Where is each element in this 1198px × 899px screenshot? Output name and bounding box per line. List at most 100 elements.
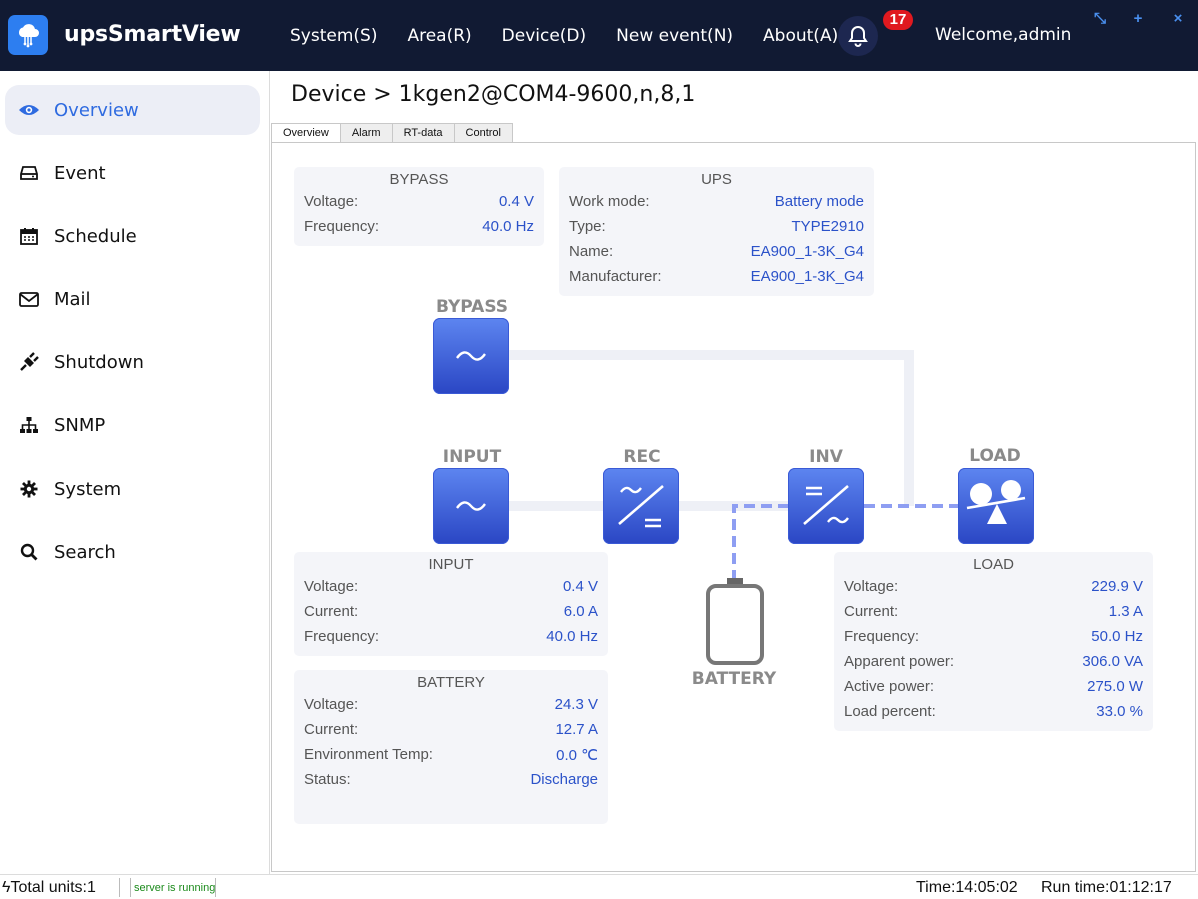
row-label: Voltage:: [304, 578, 359, 595]
sidebar-item-search[interactable]: Search: [5, 527, 260, 577]
ups-manufacturer-row: Manufacturer: EA900_1-3K_G4: [569, 268, 864, 288]
menu-area[interactable]: Area(R): [407, 24, 471, 48]
maximize-icon[interactable]: +: [1129, 10, 1147, 28]
row-value: 40.0 Hz: [482, 218, 534, 235]
load-node-label: LOAD: [969, 446, 1021, 466]
rec-node[interactable]: [603, 468, 679, 544]
load-voltage-row: Voltage: 229.9 V: [844, 578, 1143, 598]
sidebar-item-label: Search: [54, 541, 116, 563]
load-frequency-row: Frequency: 50.0 Hz: [844, 628, 1143, 648]
bypass-voltage-row: Voltage: 0.4 V: [304, 193, 534, 213]
row-label: Voltage:: [844, 578, 899, 595]
row-label: Current:: [304, 603, 359, 620]
rec-node-label: REC: [623, 447, 661, 467]
panel-title: LOAD: [973, 556, 1014, 573]
gear-icon: [18, 478, 40, 500]
row-value: 275.0 W: [1087, 678, 1143, 695]
current-time: Time:14:05:02: [916, 879, 1018, 896]
battery-panel: BATTERY Voltage: 24.3 V Current: 12.7 A En…: [294, 670, 608, 824]
panel-title: INPUT: [428, 556, 474, 573]
ups-name-row: Name: EA900_1-3K_G4: [569, 243, 864, 263]
row-label: Work mode:: [569, 193, 650, 210]
close-icon[interactable]: ×: [1169, 10, 1187, 28]
total-units: ϟTotal units:1: [2, 879, 96, 897]
bypass-frequency-row: Frequency: 40.0 Hz: [304, 218, 534, 238]
row-value: 0.4 V: [562, 578, 598, 595]
panel-title: UPS: [701, 171, 732, 188]
row-value: 6.0 A: [563, 603, 598, 620]
ups-type-row: Type: TYPE2910: [569, 218, 864, 238]
main-menu: System(S) Area(R) Device(D) New event(N)…: [275, 24, 853, 48]
search-icon: [18, 541, 40, 563]
menu-about[interactable]: About(A): [763, 24, 838, 48]
row-value: 229.9 V: [1091, 578, 1143, 595]
cloud-logo-icon: [8, 15, 48, 55]
inv-node[interactable]: [788, 468, 864, 544]
sidebar-item-label: Event: [54, 162, 106, 184]
input-node-label: INPUT: [442, 447, 502, 467]
minimize-icon[interactable]: ⤡: [1091, 10, 1109, 28]
bell-icon: [848, 25, 868, 47]
row-label: Status:: [304, 771, 351, 788]
sidebar-item-overview[interactable]: Overview: [5, 85, 260, 135]
network-icon: [18, 414, 40, 436]
row-value: 0.0 ℃: [556, 747, 598, 764]
welcome-text: Welcome,admin: [935, 25, 1072, 45]
notification-bell-button[interactable]: [838, 16, 878, 56]
battery-temp-row: Environment Temp: 0.0 ℃: [304, 746, 598, 766]
breadcrumb: Device > 1kgen2@COM4-9600,n,8,1: [291, 82, 696, 107]
row-value: 40.0 Hz: [546, 628, 598, 645]
battery-voltage-row: Voltage: 24.3 V: [304, 696, 598, 716]
row-label: Manufacturer:: [569, 268, 662, 285]
row-value: EA900_1-3K_G4: [750, 243, 864, 260]
tab-alarm[interactable]: Alarm: [339, 123, 393, 143]
separator: [119, 878, 120, 897]
inv-node-label: INV: [809, 447, 843, 467]
sidebar-item-system[interactable]: System: [5, 464, 260, 514]
ac-wave-icon: [456, 351, 486, 361]
battery-node[interactable]: [705, 576, 765, 666]
row-value: TYPE2910: [791, 218, 864, 235]
mail-icon: [18, 288, 40, 310]
ac-wave-icon: [456, 501, 486, 511]
row-value: 24.3 V: [554, 696, 598, 713]
sidebar-item-label: System: [54, 478, 122, 500]
sidebar-item-shutdown[interactable]: Shutdown: [5, 337, 260, 387]
drive-icon: [18, 162, 40, 184]
row-label: Name:: [569, 243, 614, 260]
sidebar-item-snmp[interactable]: SNMP: [5, 400, 260, 450]
load-current-row: Current: 1.3 A: [844, 603, 1143, 623]
menu-system[interactable]: System(S): [290, 24, 377, 48]
plug-icon: [18, 351, 40, 373]
input-node[interactable]: [433, 468, 509, 544]
bypass-node[interactable]: [433, 318, 509, 394]
panel-title: BYPASS: [389, 171, 449, 188]
status-bar: ϟTotal units:1 server is running Time:14…: [0, 874, 1198, 899]
top-header: upsSmartView System(S) Area(R) Device(D)…: [0, 0, 1198, 71]
sidebar-item-event[interactable]: Event: [5, 148, 260, 198]
app-window: upsSmartView System(S) Area(R) Device(D)…: [0, 0, 1198, 899]
menu-new-event[interactable]: New event(N): [616, 24, 733, 48]
sidebar-item-mail[interactable]: Mail: [5, 274, 260, 324]
separator: [215, 878, 216, 897]
input-current-row: Current: 6.0 A: [304, 603, 598, 623]
sidebar-item-schedule[interactable]: Schedule: [5, 211, 260, 261]
tab-rt-data[interactable]: RT-data: [391, 123, 455, 143]
input-voltage-row: Voltage: 0.4 V: [304, 578, 598, 598]
tab-control[interactable]: Control: [453, 123, 513, 143]
row-label: Type:: [569, 218, 606, 235]
total-units-text: Total units:1: [10, 879, 96, 896]
load-node[interactable]: [958, 468, 1034, 544]
row-value: 50.0 Hz: [1091, 628, 1143, 645]
row-label: Apparent power:: [844, 653, 955, 670]
row-label: Load percent:: [844, 703, 936, 720]
row-value: 12.7 A: [555, 721, 598, 738]
sidebar-item-label: Schedule: [54, 225, 137, 247]
menu-device[interactable]: Device(D): [502, 24, 587, 48]
tab-overview[interactable]: Overview: [271, 123, 341, 144]
row-label: Voltage:: [304, 696, 359, 713]
sidebar-item-label: SNMP: [54, 414, 106, 436]
row-value: 0.4 V: [498, 193, 534, 210]
overview-content: BYPASS Voltage: 0.4 V Frequency: 40.0 Hz U…: [271, 142, 1196, 872]
row-label: Frequency:: [844, 628, 920, 645]
